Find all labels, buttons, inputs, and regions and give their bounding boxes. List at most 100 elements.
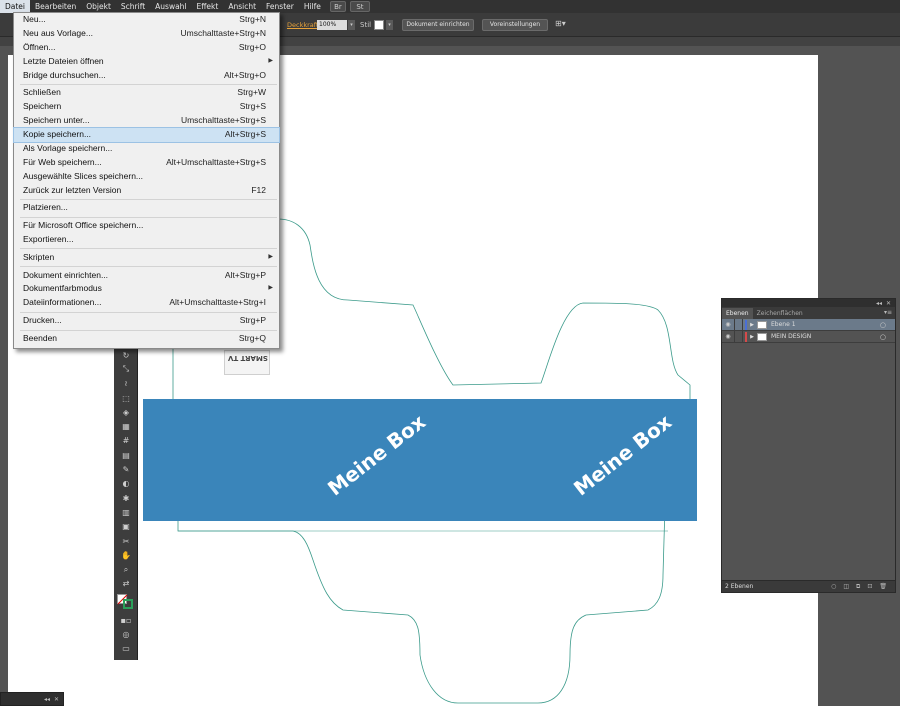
lock-toggle[interactable] — [734, 318, 743, 331]
menu-item[interactable]: Neu aus Vorlage... Umschalttaste+Strg+N — [14, 27, 279, 41]
close-icon[interactable]: ✕ — [886, 300, 891, 307]
color-band[interactable]: Meine Box Meine Box — [143, 399, 697, 521]
menu-item[interactable]: Dateiinformationen... Alt+Umschalttaste+S… — [14, 296, 279, 310]
arrange-documents-button[interactable]: St — [349, 1, 370, 12]
free-transform-icon[interactable]: ⬚ — [114, 391, 138, 405]
color-mode-icon[interactable]: ▪▫ — [114, 613, 138, 627]
menu-item-shortcut: Alt+Strg+S — [224, 129, 266, 140]
placed-image-thumbnail[interactable]: SMART TV — [224, 350, 270, 375]
submenu-arrow-icon: ▶ — [268, 57, 273, 64]
collapse-icon[interactable]: ◂◂ — [876, 300, 882, 307]
menu-item[interactable]: Letzte Dateien öffnen ▶ — [14, 55, 279, 69]
layer-row[interactable]: ◉ ▶ Ebene 1 ○ — [722, 318, 895, 331]
bridge-button[interactable]: Br — [329, 1, 346, 12]
visibility-eye-icon[interactable]: ◉ — [722, 321, 734, 328]
screen-mode-icon[interactable]: ▭ — [114, 642, 138, 656]
menu-item[interactable]: Dokument einrichten... Alt+Strg+P — [14, 269, 279, 283]
layer-name[interactable]: MEIN DESIGN — [771, 333, 811, 340]
slice-icon[interactable]: ✂ — [114, 534, 138, 548]
menu-item-shortcut: F12 — [251, 184, 266, 195]
menu-item[interactable]: Kopie speichern... Alt+Strg+S — [13, 127, 280, 143]
document-setup-button[interactable]: Dokument einrichten — [402, 19, 474, 31]
menu-item[interactable]: Bridge durchsuchen... Alt+Strg+O — [14, 69, 279, 83]
artboard-icon[interactable]: ▣ — [114, 520, 138, 534]
opacity-field[interactable]: 100% — [317, 20, 347, 30]
menu-item[interactable]: Platzieren... — [14, 201, 279, 215]
gradient-icon[interactable]: ▤ — [114, 448, 138, 462]
menu-item[interactable]: Skripten ▶ — [14, 251, 279, 265]
menu-hilfe[interactable]: Hilfe — [299, 0, 326, 13]
menu-item[interactable]: Beenden Strg+Q — [14, 332, 279, 346]
new-sublayer-icon[interactable]: ⧉ — [856, 583, 860, 591]
style-dropdown[interactable]: ▾ — [386, 20, 393, 30]
symbol-sprayer-icon[interactable]: ✱ — [114, 491, 138, 505]
target-circle-icon[interactable]: ○ — [880, 321, 886, 329]
blend-icon[interactable]: ◐ — [114, 477, 138, 491]
menu-item-label: Zurück zur letzten Version — [23, 184, 122, 195]
menu-item[interactable]: Ausgewählte Slices speichern... — [14, 170, 279, 184]
menu-item[interactable]: Als Vorlage speichern... — [14, 142, 279, 156]
box-text-left[interactable]: Meine Box — [323, 410, 430, 501]
menu-item-label: Platzieren... — [23, 202, 68, 213]
menu-item[interactable]: Dokumentfarbmodus ▶ — [14, 282, 279, 296]
swap-colors-icon[interactable]: ⇄ — [114, 577, 138, 591]
mesh-icon[interactable]: # — [114, 434, 138, 448]
thumbnail-text: SMART TV — [228, 354, 268, 362]
lock-toggle[interactable] — [734, 330, 743, 343]
tools-panel: ↻ ⤡ ≀ ⬚ ◈ ▦ # ▤ ✎ ◐ ✱ ▥ ▣ ✂ ✋ ⌕ ⇄ ▪▫ ◎ ▭ — [114, 348, 138, 660]
expand-triangle-icon[interactable]: ▶ — [747, 322, 757, 328]
fill-stroke-swatches[interactable] — [114, 591, 137, 613]
menu-item[interactable]: Schließen Strg+W — [14, 86, 279, 100]
graph-icon[interactable]: ▥ — [114, 505, 138, 519]
drawing-mode-icon[interactable]: ◎ — [114, 627, 138, 641]
scale-icon[interactable]: ⤡ — [114, 362, 138, 376]
tab-layers[interactable]: Ebenen — [722, 308, 753, 319]
menu-item-label: Schließen — [23, 87, 61, 98]
warp-icon[interactable]: ≀ — [114, 377, 138, 391]
menu-item[interactable]: Drucken... Strg+P — [14, 314, 279, 328]
menu-item[interactable]: Für Microsoft Office speichern... — [14, 219, 279, 233]
visibility-eye-icon[interactable]: ◉ — [722, 333, 734, 340]
layer-count: 2 Ebenen — [725, 583, 754, 590]
new-layer-icon[interactable]: ⊡ — [867, 583, 872, 591]
menu-item[interactable]: Speichern unter... Umschalttaste+Strg+S — [14, 114, 279, 128]
menu-item-label: Exportieren... — [23, 234, 74, 245]
menu-item-shortcut: Alt+Umschalttaste+Strg+I — [169, 297, 266, 308]
locate-object-icon[interactable]: ○ — [831, 583, 836, 591]
align-icon[interactable]: ⊞▾ — [555, 19, 566, 28]
perspective-icon[interactable]: ▦ — [114, 419, 138, 433]
menu-item[interactable]: Für Web speichern... Alt+Umschalttaste+St… — [14, 156, 279, 170]
preferences-button[interactable]: Voreinstellungen — [482, 19, 548, 31]
expand-icon[interactable]: ◂◂ — [44, 696, 50, 703]
menu-item[interactable]: Neu... Strg+N — [14, 13, 279, 27]
hand-icon[interactable]: ✋ — [114, 548, 138, 562]
menu-item-shortcut: Strg+Q — [238, 332, 266, 343]
menu-item[interactable]: Speichern Strg+S — [14, 100, 279, 114]
menu-item-shortcut: Strg+O — [238, 41, 266, 52]
zoom-icon[interactable]: ⌕ — [114, 562, 138, 576]
menu-item-label: Beenden — [23, 332, 58, 343]
layer-name[interactable]: Ebene 1 — [771, 321, 796, 328]
delete-layer-icon[interactable]: 🗑 — [879, 583, 887, 591]
collapsed-panel: ◂◂ ✕ — [0, 692, 64, 706]
clipping-mask-icon[interactable]: ◫ — [843, 583, 849, 591]
target-circle-icon[interactable]: ○ — [880, 333, 886, 341]
layer-row[interactable]: ◉ ▶ MEIN DESIGN ○ — [722, 330, 895, 343]
close-panel-icon[interactable]: ✕ — [54, 696, 59, 703]
rotate-icon[interactable]: ↻ — [114, 348, 138, 362]
opacity-label[interactable]: Deckkraft — [287, 21, 318, 29]
menu-item-label: Ausgewählte Slices speichern... — [23, 170, 144, 181]
style-swatch[interactable] — [374, 20, 384, 30]
opacity-dropdown[interactable]: ▾ — [348, 20, 355, 30]
shape-builder-icon[interactable]: ◈ — [114, 405, 138, 419]
panel-menu-icon[interactable]: ▾≡ — [884, 309, 892, 316]
layer-thumbnail — [757, 332, 767, 341]
menu-item[interactable]: Öffnen... Strg+O — [14, 41, 279, 55]
expand-triangle-icon[interactable]: ▶ — [747, 334, 757, 340]
stroke-swatch[interactable] — [123, 599, 133, 610]
menu-item[interactable]: Exportieren... — [14, 233, 279, 247]
eyedropper-icon[interactable]: ✎ — [114, 462, 138, 476]
menu-item[interactable]: Zurück zur letzten Version F12 — [14, 184, 279, 198]
tab-artboards[interactable]: Zeichenflächen — [753, 308, 807, 319]
box-text-right[interactable]: Meine Box — [569, 410, 676, 501]
